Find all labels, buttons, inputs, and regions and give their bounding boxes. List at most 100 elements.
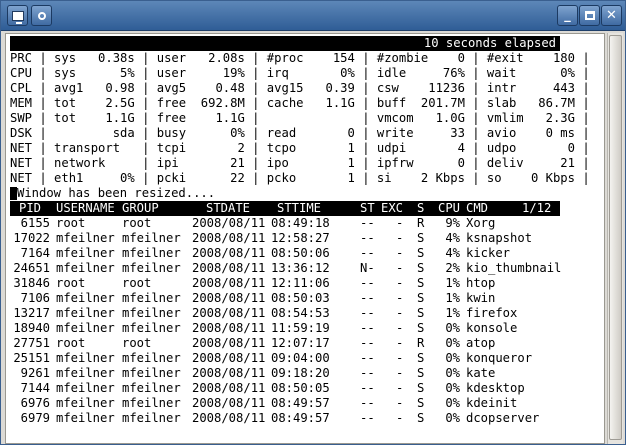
process-row: 25151 mfeilner mfeilner 2008/08/11 09:04:00 -…: [10, 351, 560, 366]
proc-cmd: firefox: [466, 306, 518, 320]
proc-user: mfeilner: [56, 321, 115, 335]
terminal-output[interactable]: ATOP - mfeilner-desktop 2008/08/11 13:36…: [5, 33, 605, 444]
scrollbar-thumb[interactable]: [609, 35, 622, 440]
proc-cmd: kicker: [466, 246, 511, 260]
proc-stdate: 2008/08/11: [192, 216, 266, 230]
proc-cpu: 0%: [445, 411, 460, 425]
proc-state: S: [417, 291, 425, 305]
proc-st: --: [360, 231, 375, 245]
stat-line-net-network: NET | network | ipi 21 | ipo 1 | ipfrw 0…: [10, 156, 590, 170]
proc-user: mfeilner: [56, 246, 115, 260]
proc-sttime: 08:50:06: [271, 246, 330, 260]
proc-pid: 24651: [13, 261, 50, 275]
proc-sttime: 11:59:19: [271, 321, 330, 335]
stat-line-prc: PRC | sys 0.38s | user 2.08s | #proc 154…: [10, 51, 590, 65]
proc-st: --: [360, 321, 375, 335]
proc-st: --: [360, 366, 375, 380]
proc-exc: -: [396, 381, 404, 395]
proc-exc: -: [396, 396, 404, 410]
process-row: 6976 mfeilner mfeilner 2008/08/11 08:49:57 --…: [10, 396, 560, 411]
proc-stdate: 2008/08/11: [192, 261, 266, 275]
col-st: ST: [360, 201, 375, 215]
proc-cpu: 4%: [445, 246, 460, 260]
proc-sttime: 08:50:05: [271, 381, 330, 395]
process-row: 7164 mfeilner mfeilner 2008/08/11 08:50:06 --…: [10, 246, 560, 261]
proc-user: mfeilner: [56, 351, 115, 365]
proc-sttime: 08:49:57: [271, 411, 330, 425]
proc-exc: -: [396, 246, 404, 260]
proc-group: mfeilner: [122, 381, 181, 395]
proc-pid: 9261: [20, 366, 50, 380]
proc-pid: 7106: [20, 291, 50, 305]
proc-sttime: 12:11:06: [271, 276, 330, 290]
proc-user: mfeilner: [56, 396, 115, 410]
proc-pid: 18940: [13, 321, 50, 335]
proc-state: S: [417, 381, 425, 395]
process-row: 24651 mfeilner mfeilner 2008/08/11 13:36:12 N…: [10, 261, 561, 276]
minimize-button[interactable]: _: [557, 5, 578, 26]
proc-cpu: 1%: [445, 291, 460, 305]
proc-pid: 7144: [20, 381, 50, 395]
proc-cpu: 0%: [445, 351, 460, 365]
proc-pid: 7164: [20, 246, 50, 260]
proc-exc: -: [396, 231, 404, 245]
proc-pid: 6979: [20, 411, 50, 425]
window-titlebar[interactable]: _ ✕: [1, 1, 625, 31]
proc-user: root: [56, 336, 86, 350]
proc-cpu: 1%: [445, 306, 460, 320]
proc-group: mfeilner: [122, 291, 181, 305]
vertical-scrollbar[interactable]: [607, 33, 623, 444]
proc-cpu: 0%: [445, 381, 460, 395]
process-row: 18940 mfeilner mfeilner 2008/08/11 11:59:19 -…: [10, 321, 560, 336]
proc-stdate: 2008/08/11: [192, 306, 266, 320]
proc-exc: -: [396, 216, 404, 230]
proc-pid: 6976: [20, 396, 50, 410]
proc-group: mfeilner: [122, 246, 181, 260]
proc-cmd: atop: [466, 336, 496, 350]
proc-cpu: 4%: [445, 231, 460, 245]
proc-st: --: [360, 276, 375, 290]
proc-cmd: ksnapshot: [466, 231, 533, 245]
proc-cpu: 0%: [445, 396, 460, 410]
proc-cpu: 2%: [445, 261, 460, 275]
close-button[interactable]: ✕: [601, 5, 622, 26]
proc-group: mfeilner: [122, 306, 181, 320]
proc-stdate: 2008/08/11: [192, 276, 266, 290]
col-pid: PID: [19, 201, 42, 215]
proc-state: R: [417, 336, 425, 350]
maximize-icon: [584, 11, 595, 20]
col-cpu: CPU: [438, 201, 461, 215]
proc-user: mfeilner: [56, 306, 115, 320]
stat-line-cpu: CPU | sys 5% | user 19% | irq 0% | idle …: [10, 66, 590, 80]
process-table-header: PID USERNAME GROUP STDATE STTIME ST EXC …: [10, 201, 560, 216]
status-message-text: Window has been resized....: [17, 186, 216, 200]
proc-exc: -: [396, 321, 404, 335]
proc-user: mfeilner: [56, 291, 115, 305]
proc-sttime: 08:49:57: [271, 396, 330, 410]
proc-state: S: [417, 366, 425, 380]
minimize-icon: _: [564, 8, 571, 23]
proc-stdate: 2008/08/11: [192, 381, 266, 395]
terminal-window: _ ✕ ATOP - mfeilner-desktop 2008/08/11 1…: [0, 0, 626, 445]
proc-pid: 31846: [13, 276, 50, 290]
proc-exc: -: [396, 366, 404, 380]
proc-group: root: [122, 216, 152, 230]
proc-user: mfeilner: [56, 261, 115, 275]
window-menu-button[interactable]: [7, 5, 28, 26]
proc-user: root: [56, 276, 86, 290]
proc-stdate: 2008/08/11: [192, 396, 266, 410]
proc-cmd: kate: [466, 366, 496, 380]
proc-sttime: 08:50:03: [271, 291, 330, 305]
proc-state: S: [417, 261, 425, 275]
proc-exc: -: [396, 306, 404, 320]
col-s: S: [417, 201, 425, 215]
proc-sttime: 13:36:12: [271, 261, 330, 275]
maximize-button[interactable]: [579, 5, 600, 26]
process-row: 7106 mfeilner mfeilner 2008/08/11 08:50:03 --…: [10, 291, 560, 306]
process-row: 17022 mfeilner mfeilner 2008/08/11 12:58:27 -…: [10, 231, 560, 246]
proc-stdate: 2008/08/11: [192, 246, 266, 260]
sticky-button[interactable]: [31, 5, 52, 26]
col-sttime: STTIME: [277, 201, 322, 215]
process-row: 6155 root root 2008/08/11 08:49:18 -- - R 9% Xorg: [10, 216, 560, 231]
proc-sttime: 12:07:17: [271, 336, 330, 350]
